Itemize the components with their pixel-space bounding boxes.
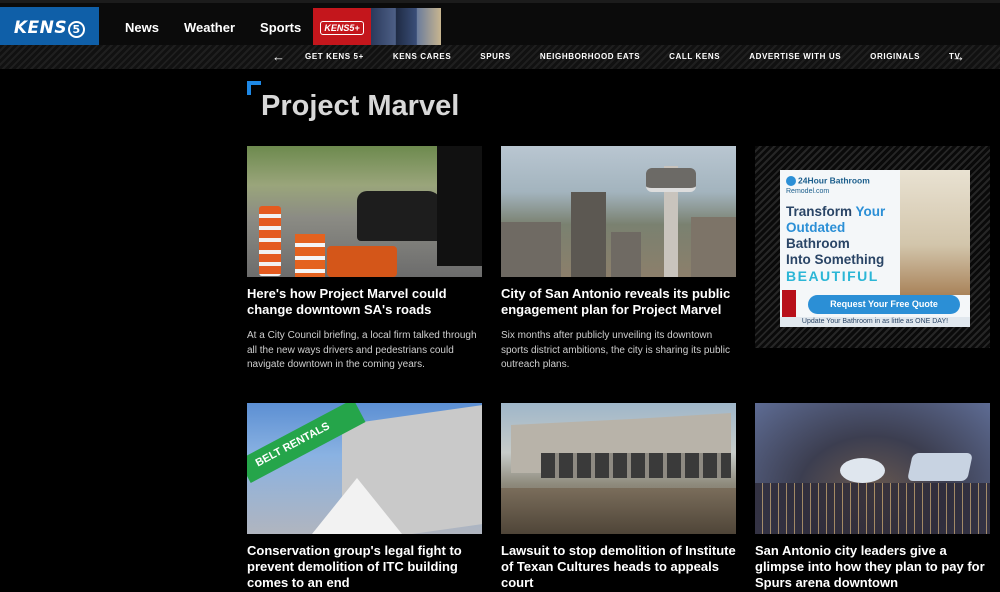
article-image[interactable] xyxy=(247,146,482,277)
article-card[interactable]: Here's how Project Marvel could change d… xyxy=(247,146,482,373)
subnav-neighborhood-eats[interactable]: NEIGHBORHOOD EATS xyxy=(540,52,640,61)
promo-label: KENS5+ xyxy=(320,20,364,35)
arrow-right-icon[interactable]: → xyxy=(952,49,965,64)
article-card[interactable]: City of San Antonio reveals its public e… xyxy=(501,146,736,373)
subnav-originals[interactable]: ORIGINALS xyxy=(870,52,920,61)
ad-cta-button[interactable]: Request Your Free Quote xyxy=(808,295,960,314)
nav-weather[interactable]: Weather xyxy=(184,20,235,35)
main-nav: News Weather Sports xyxy=(125,20,326,35)
subnav-kens-cares[interactable]: KENS CARES xyxy=(393,52,451,61)
subnav-spurs[interactable]: SPURS xyxy=(480,52,511,61)
ad-brand: 24Hour Bathroom Remodel.com xyxy=(786,175,870,195)
article-summary: At a City Council briefing, a local firm… xyxy=(247,330,477,370)
article-headline[interactable]: Lawsuit to stop demolition of Institute … xyxy=(501,543,736,591)
page-title: Project Marvel xyxy=(261,90,460,122)
bathroom-ad[interactable]: 24Hour Bathroom Remodel.com Transform Yo… xyxy=(780,170,970,327)
secondary-nav-items: GET KENS 5+ KENS CARES SPURS NEIGHBORHOO… xyxy=(305,52,989,61)
kens5-plus-promo[interactable]: KENS5+ xyxy=(313,8,371,47)
article-headline[interactable]: City of San Antonio reveals its public e… xyxy=(501,286,736,318)
arrow-left-icon[interactable]: ← xyxy=(272,49,285,64)
article-headline[interactable]: Conservation group's legal fight to prev… xyxy=(247,543,482,591)
ad-footer-text: Update Your Bathroom in as little as ONE… xyxy=(780,317,970,327)
ad-headline: Transform Your Outdated Bathroom Into So… xyxy=(786,204,886,284)
article-headline[interactable]: San Antonio city leaders give a glimpse … xyxy=(755,543,990,591)
article-image[interactable] xyxy=(755,403,990,534)
title-accent-mark xyxy=(247,81,261,95)
site-logo[interactable]: KENS 5 xyxy=(0,7,99,48)
article-summary: Six months after publicly unveiling its … xyxy=(501,330,730,370)
article-image[interactable] xyxy=(501,146,736,277)
secondary-nav: ← GET KENS 5+ KENS CARES SPURS NEIGHBORH… xyxy=(0,45,1000,69)
nav-sports[interactable]: Sports xyxy=(260,20,301,35)
ad-bathroom-image xyxy=(900,170,970,295)
article-headline[interactable]: Here's how Project Marvel could change d… xyxy=(247,286,482,318)
logo-text: KENS 5 xyxy=(14,18,86,38)
subnav-advertise[interactable]: ADVERTISE WITH US xyxy=(749,52,841,61)
top-header: KENS 5 News Weather Sports KENS5+ xyxy=(0,0,1000,48)
article-card[interactable]: BELT RENTALS Conservation group's legal … xyxy=(247,403,482,591)
nav-news[interactable]: News xyxy=(125,20,159,35)
subnav-get-kens5[interactable]: GET KENS 5+ xyxy=(305,52,364,61)
article-card[interactable]: San Antonio city leaders give a glimpse … xyxy=(755,403,990,591)
article-image[interactable] xyxy=(501,403,736,534)
ad-logo-icon xyxy=(786,176,796,186)
article-card[interactable]: Lawsuit to stop demolition of Institute … xyxy=(501,403,736,591)
promo-thumbnail[interactable] xyxy=(371,8,441,47)
subnav-call-kens[interactable]: CALL KENS xyxy=(669,52,720,61)
article-image[interactable]: BELT RENTALS xyxy=(247,403,482,534)
ad-towel-graphic xyxy=(782,290,796,318)
